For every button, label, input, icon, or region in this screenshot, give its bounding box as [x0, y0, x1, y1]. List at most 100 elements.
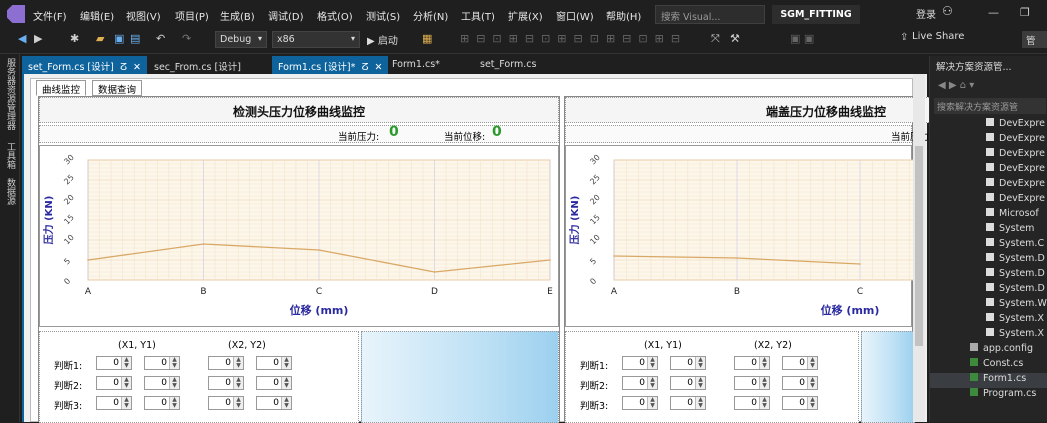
tree-item[interactable]: DevExpre	[930, 193, 1047, 208]
number-input[interactable]: 0 ▲ ▼	[256, 356, 292, 370]
account-icon[interactable]: ⚇	[942, 4, 953, 18]
number-input[interactable]: 0 ▲ ▼	[208, 396, 244, 410]
tree-item[interactable]: System.X	[930, 328, 1047, 343]
tree-item[interactable]: System	[930, 223, 1047, 238]
tree-item[interactable]: System.D	[930, 283, 1047, 298]
number-input[interactable]: 0 ▲ ▼	[208, 356, 244, 370]
spinner-arrows-icon[interactable]: ▲ ▼	[281, 397, 291, 409]
menu-item[interactable]: 工具(T)	[461, 8, 495, 23]
live-share-button[interactable]: Live Share	[912, 31, 964, 42]
open-icon[interactable]: ▰	[96, 32, 104, 45]
number-input[interactable]: 0 ▲ ▼	[782, 396, 818, 410]
spinner-arrows-icon[interactable]: ▲ ▼	[647, 357, 657, 369]
tree-item[interactable]: System.W	[930, 298, 1047, 313]
tab-sec-from-design[interactable]: sec_From.cs [设计]	[148, 56, 247, 74]
tree-item[interactable]: System.C	[930, 238, 1047, 253]
number-input[interactable]: 0 ▲ ▼	[256, 376, 292, 390]
spinner-arrows-icon[interactable]: ▲ ▼	[695, 377, 705, 389]
scrollbar-thumb[interactable]	[915, 146, 923, 346]
minimize-icon[interactable]: —	[988, 6, 999, 19]
number-input[interactable]: 0 ▲ ▼	[144, 396, 180, 410]
new-project-icon[interactable]: ✱	[70, 32, 79, 45]
number-input[interactable]: 0 ▲ ▼	[782, 376, 818, 390]
tree-item[interactable]: Program.cs	[930, 388, 1047, 403]
spinner-arrows-icon[interactable]: ▲ ▼	[807, 397, 817, 409]
datasource-tab[interactable]: 数据源	[4, 178, 17, 205]
number-input[interactable]: 0 ▲ ▼	[96, 356, 132, 370]
spinner-arrows-icon[interactable]: ▲ ▼	[233, 357, 243, 369]
menu-item[interactable]: 项目(P)	[175, 8, 209, 23]
spinner-arrows-icon[interactable]: ▲ ▼	[281, 357, 291, 369]
back-icon[interactable]: ◀	[18, 32, 26, 45]
menu-item[interactable]: 帮助(H)	[606, 8, 641, 23]
restore-icon[interactable]: ❐	[1020, 6, 1030, 19]
tools-icon[interactable]: ⚒	[730, 32, 740, 45]
tree-item[interactable]: DevExpre	[930, 133, 1047, 148]
debug-target-icon[interactable]: ▦	[422, 32, 432, 45]
tree-item[interactable]: System.D	[930, 268, 1047, 283]
vertical-scrollbar[interactable]	[913, 74, 925, 422]
number-input[interactable]: 0 ▲ ▼	[96, 396, 132, 410]
menu-item[interactable]: 扩展(X)	[508, 8, 543, 23]
solution-toolbar-icons[interactable]: ◀ ▶ ⌂ ▾	[938, 80, 974, 91]
toolbox-tab[interactable]: 工具箱	[4, 142, 17, 169]
platform-combo[interactable]: x86 ▾	[272, 31, 360, 48]
menu-item[interactable]: 分析(N)	[413, 8, 448, 23]
spinner-arrows-icon[interactable]: ▲ ▼	[281, 377, 291, 389]
login-link[interactable]: 登录	[916, 6, 936, 21]
tab-set-form-code[interactable]: set_Form.cs	[474, 56, 542, 74]
menu-item[interactable]: 文件(F)	[33, 8, 67, 23]
server-explorer-tab[interactable]: 服务器资源管理器	[4, 58, 17, 130]
spinner-arrows-icon[interactable]: ▲ ▼	[647, 397, 657, 409]
number-input[interactable]: 0 ▲ ▼	[144, 356, 180, 370]
number-input[interactable]: 0 ▲ ▼	[622, 396, 658, 410]
layout-tools-icon[interactable]: ⊞⊟⊡⊞⊟⊡⊞⊟⊡⊞⊟⊡⊞⊟	[460, 32, 687, 45]
tree-item[interactable]: app.config	[930, 343, 1047, 358]
spinner-arrows-icon[interactable]: ▲ ▼	[695, 357, 705, 369]
number-input[interactable]: 0 ▲ ▼	[670, 356, 706, 370]
spinner-arrows-icon[interactable]: ▲ ▼	[121, 357, 131, 369]
tree-item[interactable]: Const.cs	[930, 358, 1047, 373]
menu-item[interactable]: 格式(O)	[317, 8, 353, 23]
spinner-arrows-icon[interactable]: ▲ ▼	[695, 397, 705, 409]
spinner-arrows-icon[interactable]: ▲ ▼	[233, 377, 243, 389]
tab-data-query[interactable]: 数据查询	[92, 80, 143, 96]
search-input[interactable]: 搜索 Visual...	[655, 5, 765, 24]
solution-search-input[interactable]: 搜索解决方案资源管	[934, 98, 1046, 114]
tree-item[interactable]: DevExpre	[930, 118, 1047, 133]
tab-curve-monitor[interactable]: 曲线监控	[36, 80, 87, 96]
spinner-arrows-icon[interactable]: ▲ ▼	[169, 377, 179, 389]
tree-item[interactable]: DevExpre	[930, 148, 1047, 163]
close-icon[interactable]: ✕	[133, 62, 141, 73]
menu-item[interactable]: 窗口(W)	[556, 8, 594, 23]
menu-item[interactable]: 编辑(E)	[80, 8, 114, 23]
number-input[interactable]: 0 ▲ ▼	[622, 376, 658, 390]
spinner-arrows-icon[interactable]: ▲ ▼	[647, 377, 657, 389]
tree-item[interactable]: DevExpre	[930, 163, 1047, 178]
undo-icon[interactable]: ↶	[156, 32, 165, 45]
spinner-arrows-icon[interactable]: ▲ ▼	[807, 357, 817, 369]
menu-item[interactable]: 测试(S)	[366, 8, 400, 23]
number-input[interactable]: 0 ▲ ▼	[96, 376, 132, 390]
forward-icon[interactable]: ▶	[34, 32, 42, 45]
attach-icon[interactable]: ⤧	[711, 32, 720, 46]
spinner-arrows-icon[interactable]: ▲ ▼	[807, 377, 817, 389]
number-input[interactable]: 0 ▲ ▼	[734, 376, 770, 390]
tab-form1-code[interactable]: Form1.cs*	[386, 56, 446, 74]
redo-icon[interactable]: ↷	[182, 32, 191, 45]
number-input[interactable]: 0 ▲ ▼	[208, 376, 244, 390]
start-button[interactable]: ▶ 启动	[367, 32, 398, 47]
number-input[interactable]: 0 ▲ ▼	[734, 356, 770, 370]
tree-item[interactable]: Form1.cs	[930, 373, 1047, 388]
tree-item[interactable]: System.D	[930, 253, 1047, 268]
pin-icon[interactable]: ⵒ	[120, 62, 127, 73]
save-all-icon[interactable]: ▤	[130, 32, 140, 45]
save-icon[interactable]: ▣	[114, 32, 124, 45]
spinner-arrows-icon[interactable]: ▲ ▼	[759, 377, 769, 389]
tree-item[interactable]: System.X	[930, 313, 1047, 328]
number-input[interactable]: 0 ▲ ▼	[734, 396, 770, 410]
admin-button[interactable]: 管	[1022, 31, 1047, 48]
tree-item[interactable]: Microsof	[930, 208, 1047, 223]
number-input[interactable]: 0 ▲ ▼	[622, 356, 658, 370]
spinner-arrows-icon[interactable]: ▲ ▼	[233, 397, 243, 409]
